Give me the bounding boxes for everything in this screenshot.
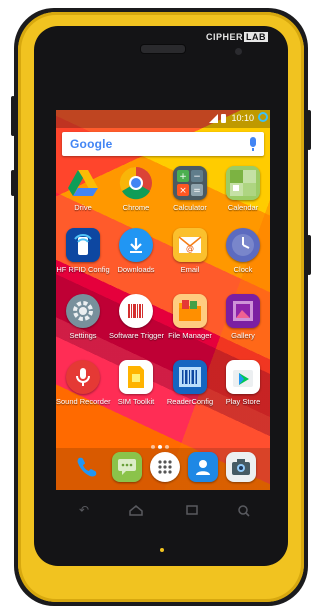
app-label: Sound Recorder [56, 397, 111, 406]
status-time: 10:10 [231, 113, 254, 123]
indicator-light [160, 548, 164, 552]
app-calculator[interactable]: + − × = Calculator [163, 166, 217, 212]
home-icon[interactable] [128, 504, 144, 516]
phone-icon [72, 452, 102, 482]
app-gallery[interactable]: Gallery [216, 294, 270, 340]
google-logo-text: Google [70, 137, 113, 151]
signal-icon [209, 114, 218, 123]
app-sim-toolkit[interactable]: SIM Toolkit [109, 360, 163, 406]
app-label: Chrome [122, 203, 150, 212]
gallery-icon [226, 294, 260, 328]
brand-suffix: LAB [244, 32, 269, 42]
search-icon[interactable] [236, 504, 252, 517]
app-chrome[interactable]: Chrome [109, 166, 163, 212]
app-sound-recorder[interactable]: Sound Recorder [56, 360, 111, 406]
chrome-icon [119, 166, 153, 200]
svg-text:+: + [179, 172, 187, 182]
email-icon: @ [173, 228, 207, 262]
app-calendar[interactable]: Calendar [216, 166, 270, 212]
camera-icon [226, 452, 256, 482]
app-label: SIM Toolkit [117, 397, 155, 406]
app-label: Downloads [117, 265, 155, 274]
front-sensor [235, 48, 242, 55]
svg-text:×: × [179, 186, 187, 196]
drive-icon [66, 166, 100, 200]
scan-button[interactable] [307, 235, 311, 275]
app-label: Play Store [225, 397, 261, 406]
google-logo: Google [70, 137, 113, 151]
app-label: Software Trigger [109, 331, 165, 340]
google-search-bar[interactable]: Google [62, 132, 264, 156]
app-label: Gallery [231, 331, 255, 340]
dock-camera[interactable] [214, 452, 268, 482]
calculator-icon: + − × = [173, 166, 207, 200]
app-reader-config[interactable]: ReaderConfig [163, 360, 217, 406]
clock-icon [226, 228, 260, 262]
earpiece-speaker [140, 44, 186, 54]
page-indicator [151, 436, 175, 449]
brand-name: CIPHER [206, 32, 244, 42]
sync-icon [258, 112, 268, 122]
app-label: ReaderConfig [166, 397, 214, 406]
rfid-config-icon [66, 228, 100, 262]
play-store-icon [226, 360, 260, 394]
svg-text:=: = [193, 186, 201, 196]
app-email[interactable]: @ Email [163, 228, 217, 274]
hardware-nav-bar: ↶ [56, 498, 270, 524]
file-manager-icon [173, 294, 207, 328]
reader-config-icon [173, 360, 207, 394]
app-downloads[interactable]: Downloads [109, 228, 163, 274]
app-drive[interactable]: Drive [56, 166, 110, 212]
app-settings[interactable]: Settings [56, 294, 110, 340]
app-play-store[interactable]: Play Store [216, 360, 270, 406]
sim-toolkit-icon [119, 360, 153, 394]
app-label: Drive [74, 203, 92, 212]
recents-icon[interactable] [184, 504, 200, 516]
mic-icon[interactable] [250, 137, 256, 151]
brand-logo: CIPHER LAB [206, 32, 269, 46]
app-hf-rfid-config[interactable]: HF RFID Config [56, 228, 110, 274]
app-software-trigger[interactable]: Software Trigger [109, 294, 165, 340]
calendar-icon [226, 166, 260, 200]
app-label: Clock [233, 265, 253, 274]
app-file-manager[interactable]: File Manager [163, 294, 217, 340]
app-label: Calendar [227, 203, 259, 212]
settings-icon [66, 294, 100, 328]
downloads-icon [119, 228, 153, 262]
volume-button[interactable] [11, 96, 15, 136]
app-label: Settings [69, 331, 97, 340]
battery-icon [221, 114, 226, 123]
sound-recorder-icon [66, 360, 100, 394]
app-clock[interactable]: Clock [216, 228, 270, 274]
back-icon[interactable]: ↶ [76, 504, 92, 516]
app-label: Calculator [173, 203, 207, 212]
power-button[interactable] [307, 110, 311, 150]
svg-text:−: − [193, 172, 201, 182]
dock [56, 448, 270, 490]
svg-text:@: @ [186, 244, 194, 253]
software-trigger-icon [119, 294, 153, 328]
side-button-left[interactable] [11, 170, 15, 196]
app-label: File Manager [168, 331, 212, 340]
app-label: Email [180, 265, 200, 274]
app-label: HF RFID Config [56, 265, 110, 274]
home-screen: 10:10 Google Drive Chrome + − × = Calculato… [56, 110, 270, 490]
status-bar: 10:10 [56, 110, 270, 128]
